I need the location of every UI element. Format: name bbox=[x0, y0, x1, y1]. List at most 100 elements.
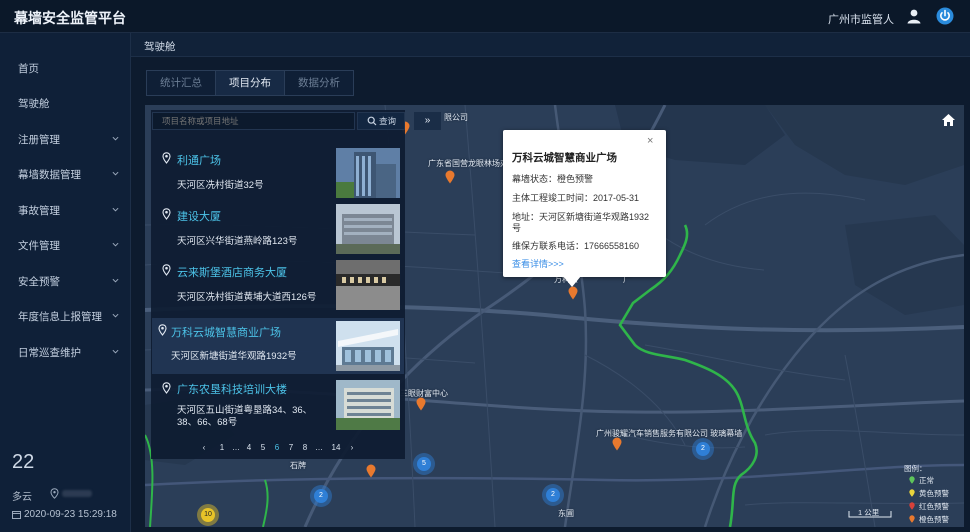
sidebar-item-curtain-wall-data[interactable]: 幕墙数据管理 bbox=[0, 160, 131, 188]
page-button[interactable]: 8 bbox=[300, 443, 310, 452]
user-icon[interactable] bbox=[906, 8, 922, 24]
sidebar-item-home[interactable]: 首页 bbox=[0, 54, 131, 82]
sidebar-item-label: 事故管理 bbox=[18, 205, 60, 217]
cluster-marker[interactable]: 2 bbox=[310, 485, 332, 507]
calendar-icon bbox=[12, 511, 21, 519]
cluster-marker[interactable]: 2 bbox=[692, 438, 714, 460]
weather-temperature: 22 bbox=[12, 451, 35, 473]
location-blurred bbox=[62, 490, 92, 497]
list-item[interactable]: 广东农垦科技培训大楼 天河区五山街道粤垦路34、36、38、66、68号 bbox=[152, 374, 404, 430]
page-button[interactable]: 4 bbox=[244, 443, 254, 452]
chevron-down-icon bbox=[112, 136, 119, 141]
cluster-count: 5 bbox=[417, 457, 431, 471]
prev-page-button[interactable]: ‹ bbox=[199, 443, 209, 452]
popup-status: 幕墙状态：橙色预警 bbox=[512, 174, 594, 184]
cluster-marker[interactable]: 10 bbox=[197, 504, 219, 526]
cluster-count: 10 bbox=[201, 508, 215, 522]
tab-bar: 统计汇总 项目分布 数据分析 bbox=[146, 70, 354, 96]
project-address: 天河区兴华街道燕岭路123号 bbox=[177, 236, 298, 247]
project-name: 广东农垦科技培训大楼 bbox=[177, 384, 287, 396]
sidebar-item-label: 日常巡查维护 bbox=[18, 347, 81, 359]
cluster-count: 2 bbox=[314, 489, 328, 503]
orange-warning-pin-icon[interactable] bbox=[445, 170, 455, 184]
page-button[interactable]: 1 bbox=[217, 443, 227, 452]
sidebar-item-label: 驾驶舱 bbox=[18, 98, 50, 110]
location-pin-icon bbox=[162, 264, 171, 276]
map-place-label: 东圃 bbox=[558, 509, 574, 518]
sidebar-item-daily-inspection[interactable]: 日常巡查维护 bbox=[0, 338, 131, 366]
orange-warning-pin-icon[interactable] bbox=[366, 464, 376, 478]
project-name: 云来斯堡酒店商务大厦 bbox=[177, 267, 287, 279]
popup-completion-date: 主体工程竣工时间：2017-05-31 bbox=[512, 193, 640, 203]
app-title: 幕墙安全监管平台 bbox=[14, 10, 126, 26]
orange-warning-pin-icon[interactable] bbox=[612, 437, 622, 451]
view-details-link[interactable]: 查看详情>>> bbox=[512, 257, 564, 270]
sidebar: 首页 驾驶舱 注册管理 幕墙数据管理 事故管理 文件管理 安全预警 年度信息上报… bbox=[0, 33, 131, 532]
project-thumbnail bbox=[336, 321, 400, 371]
cluster-marker[interactable]: 5 bbox=[413, 453, 435, 475]
sidebar-item-annual-report[interactable]: 年度信息上报管理 bbox=[0, 302, 131, 330]
search-icon bbox=[367, 116, 377, 126]
search-input[interactable] bbox=[152, 112, 355, 130]
orange-pin-icon bbox=[909, 515, 915, 523]
sidebar-item-safety-warning[interactable]: 安全预警 bbox=[0, 267, 131, 295]
yellow-pin-icon bbox=[909, 489, 915, 497]
page-button[interactable]: 14 bbox=[329, 443, 343, 452]
sidebar-item-files[interactable]: 文件管理 bbox=[0, 231, 131, 259]
location-pin-icon bbox=[158, 324, 167, 336]
chevron-down-icon bbox=[112, 242, 119, 247]
chevron-down-icon bbox=[112, 313, 119, 318]
weather-condition: 多云 bbox=[12, 492, 32, 503]
sidebar-item-accidents[interactable]: 事故管理 bbox=[0, 196, 131, 224]
sidebar-item-label: 幕墙数据管理 bbox=[18, 169, 81, 181]
tab-statistics[interactable]: 统计汇总 bbox=[146, 70, 215, 96]
sidebar-item-registration[interactable]: 注册管理 bbox=[0, 125, 131, 153]
tab-data-analysis[interactable]: 数据分析 bbox=[284, 70, 354, 96]
project-address: 天河区冼村街道黄埔大道西126号 bbox=[177, 292, 317, 303]
location-pin-icon bbox=[162, 152, 171, 164]
list-item[interactable]: 建设大厦 天河区兴华街道燕岭路123号 bbox=[152, 199, 404, 255]
top-bar: 幕墙安全监管平台 广州市监管人 bbox=[0, 0, 970, 33]
project-name: 建设大厦 bbox=[177, 211, 221, 223]
chevron-down-icon bbox=[112, 349, 119, 354]
popup-pointer bbox=[563, 276, 581, 287]
search-button-label: 查询 bbox=[379, 116, 397, 126]
map-place-label: 石牌 bbox=[290, 461, 306, 470]
orange-warning-pin-icon[interactable] bbox=[568, 286, 578, 300]
list-item[interactable]: 利通广场 天河区冼村街道32号 bbox=[152, 143, 404, 199]
chevron-down-icon bbox=[112, 171, 119, 176]
close-icon[interactable]: × bbox=[647, 135, 653, 147]
list-item[interactable]: 云来斯堡酒店商务大厦 天河区冼村街道黄埔大道西126号 bbox=[152, 255, 404, 311]
next-page-button[interactable]: › bbox=[347, 443, 357, 452]
user-name[interactable]: 广州市监管人 bbox=[828, 11, 894, 27]
sidebar-item-label: 文件管理 bbox=[18, 240, 60, 252]
tab-project-distribution[interactable]: 项目分布 bbox=[215, 70, 284, 96]
list-item-selected[interactable]: 万科云城智慧商业广场 天河区新塘街道华观路1932号 bbox=[152, 318, 404, 374]
project-thumbnail bbox=[336, 380, 400, 430]
page-button[interactable]: 5 bbox=[258, 443, 268, 452]
current-datetime: 2020-09-23 15:29:18 bbox=[24, 509, 117, 520]
chevron-down-icon bbox=[112, 278, 119, 283]
breadcrumb[interactable]: 驾驶舱 bbox=[144, 39, 176, 54]
project-address: 天河区五山街道粤垦路34、36、38、66、68号 bbox=[177, 405, 313, 428]
popup-address-continued: 号 bbox=[512, 223, 522, 233]
home-icon[interactable] bbox=[941, 113, 956, 127]
cluster-count: 2 bbox=[696, 442, 710, 456]
project-name: 利通广场 bbox=[177, 155, 221, 167]
collapse-panel-button[interactable]: » bbox=[414, 112, 441, 130]
search-button[interactable]: 查询 bbox=[357, 112, 405, 130]
cluster-marker[interactable]: 2 bbox=[542, 484, 564, 506]
page-button[interactable]: 7 bbox=[286, 443, 296, 452]
popup-phone: 维保方联系电话：17666558160 bbox=[512, 241, 640, 251]
legend-title: 图例： bbox=[904, 464, 927, 473]
cluster-count: 2 bbox=[546, 488, 560, 502]
project-address: 天河区冼村街道32号 bbox=[177, 180, 264, 191]
page-button-current[interactable]: 6 bbox=[272, 443, 282, 452]
red-pin-icon bbox=[909, 502, 915, 510]
sidebar-item-cockpit[interactable]: 驾驶舱 bbox=[0, 89, 131, 117]
map-scale-label: 1 公里 bbox=[858, 508, 880, 517]
power-icon[interactable] bbox=[936, 7, 954, 25]
project-thumbnail bbox=[336, 204, 400, 254]
orange-warning-pin-icon[interactable] bbox=[416, 397, 426, 411]
sidebar-item-label: 首页 bbox=[18, 63, 39, 75]
